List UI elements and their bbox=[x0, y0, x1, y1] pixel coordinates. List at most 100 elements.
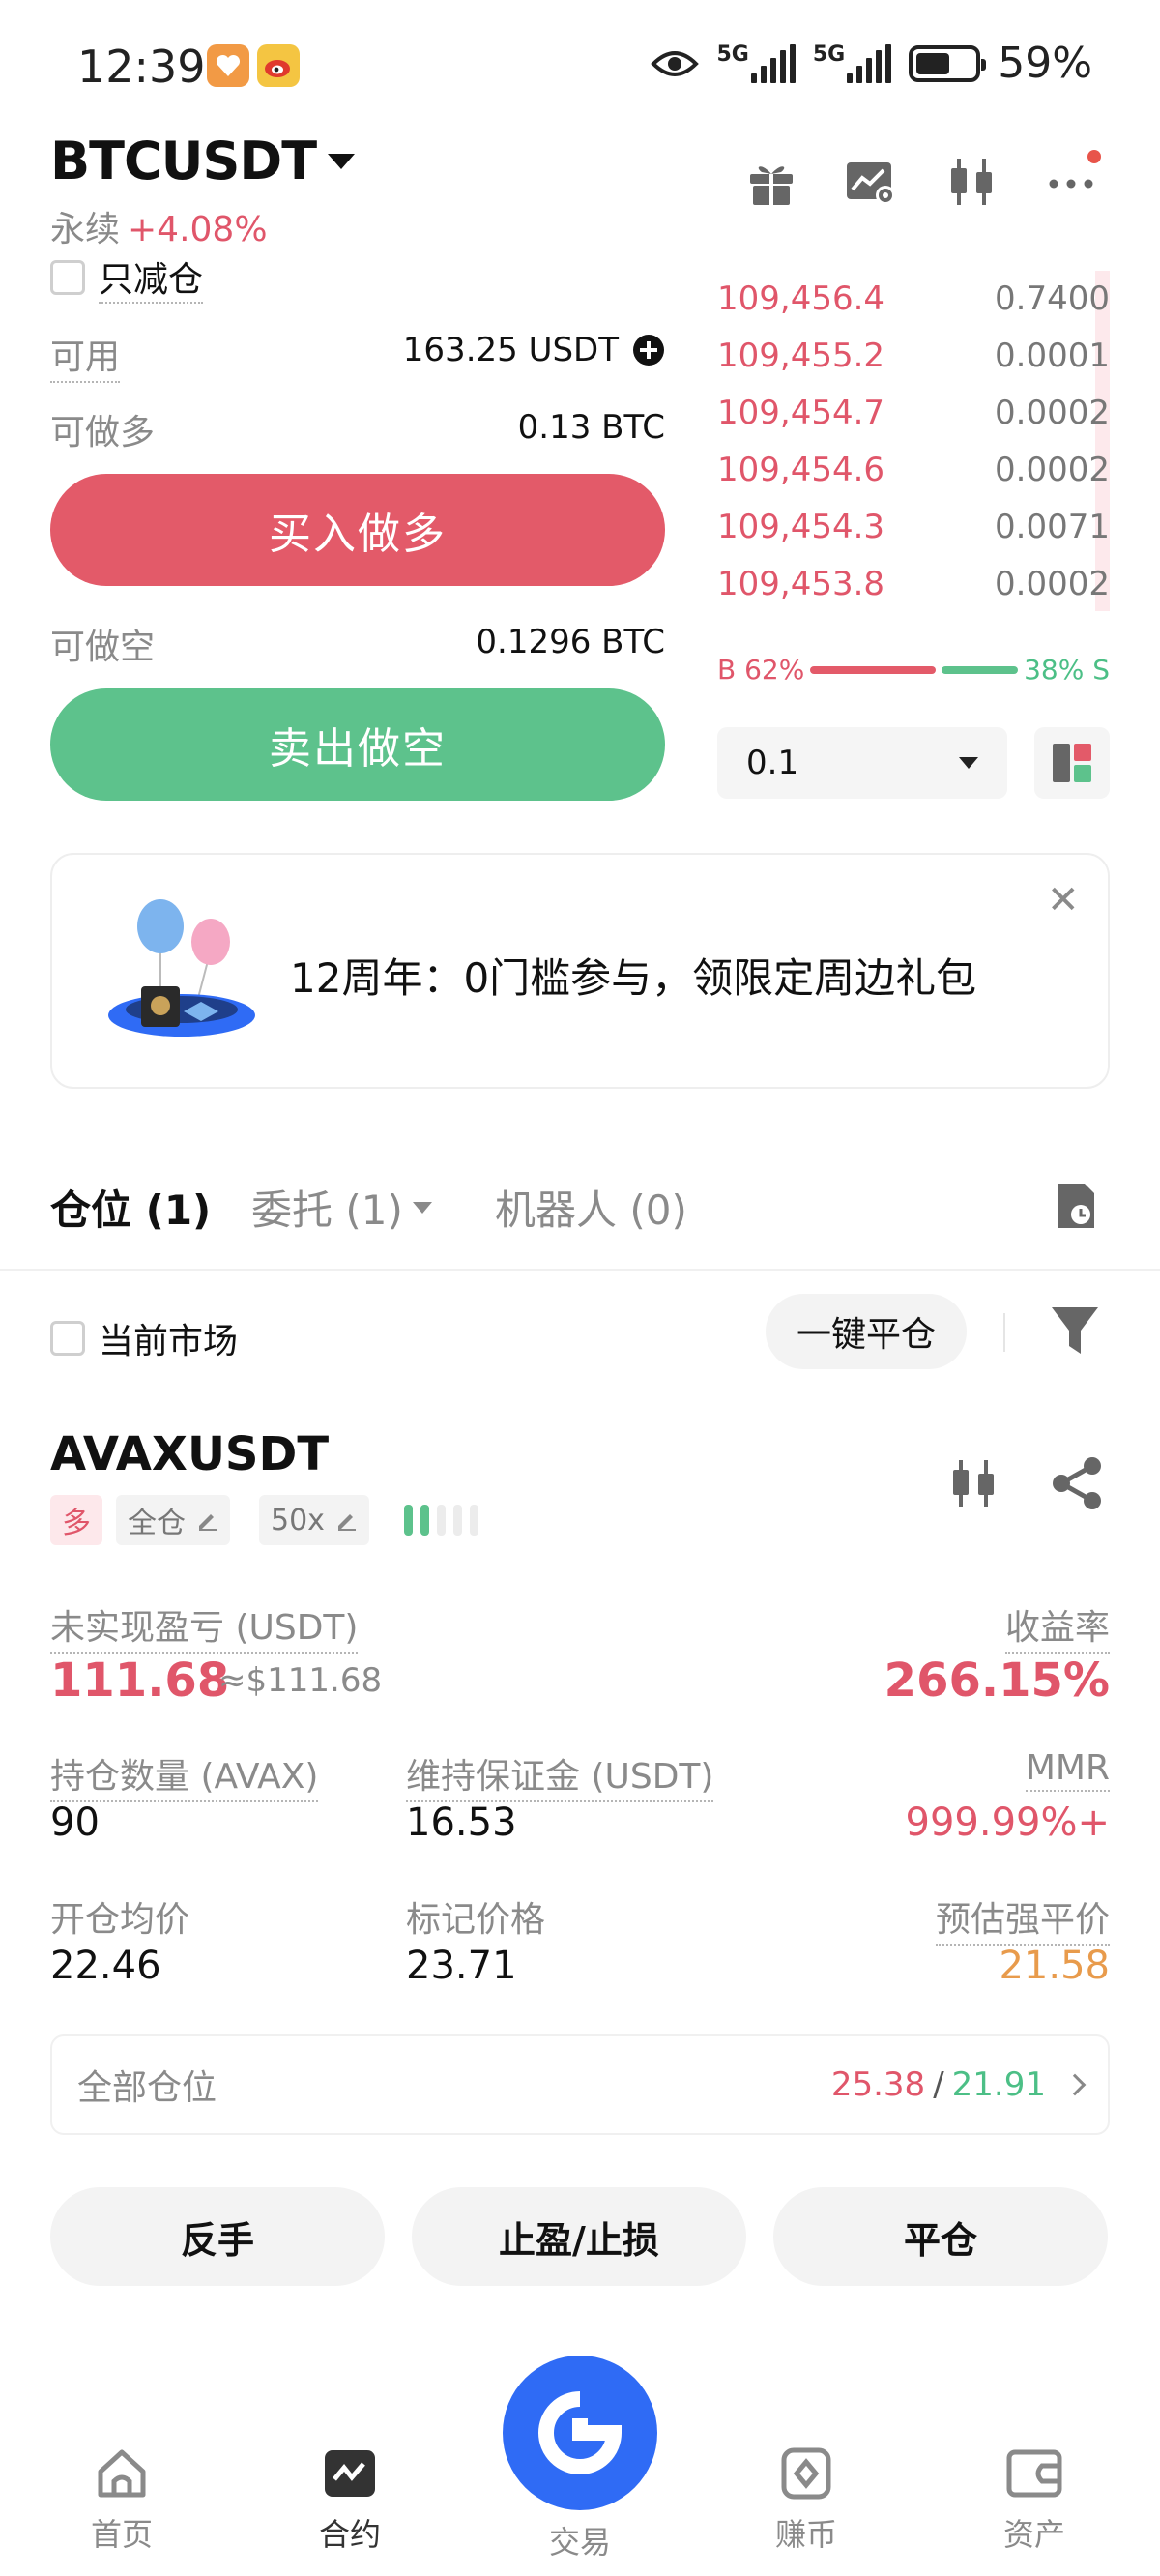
current-market-label: 当前市场 bbox=[99, 1322, 239, 1361]
candlestick-icon[interactable] bbox=[947, 1456, 1001, 1510]
battery-percent: 59% bbox=[998, 39, 1092, 88]
candlestick-icon[interactable] bbox=[945, 155, 1000, 209]
tab-orders-label: 委托 (1) bbox=[251, 1186, 403, 1234]
risk-level-segment bbox=[420, 1505, 429, 1536]
earn-icon bbox=[781, 2447, 831, 2500]
history-icon[interactable] bbox=[1054, 1180, 1098, 1232]
ask-price: 109,454.6 bbox=[717, 451, 885, 489]
current-market-checkbox[interactable] bbox=[50, 1321, 85, 1356]
filter-icon[interactable] bbox=[1050, 1303, 1100, 1358]
ask-row[interactable]: 109,456.4 0.7400 bbox=[717, 271, 1110, 327]
pair-selector[interactable]: BTCUSDT bbox=[50, 131, 356, 191]
reduce-only-label: 只减仓 bbox=[99, 251, 204, 304]
nav-trade[interactable] bbox=[503, 2356, 657, 2510]
close-position-button[interactable]: 平仓 bbox=[773, 2187, 1108, 2286]
reverse-button[interactable]: 反手 bbox=[50, 2187, 385, 2286]
ask-row[interactable]: 109,453.8 0.0002 bbox=[717, 556, 1110, 612]
chevron-right-icon bbox=[1063, 2073, 1087, 2096]
nav-assets[interactable]: 资产 bbox=[967, 2446, 1102, 2555]
risk-level-segment bbox=[470, 1505, 478, 1536]
weibo-icon bbox=[257, 44, 300, 87]
chart-settings-icon[interactable] bbox=[843, 155, 897, 209]
ask-price: 109,454.3 bbox=[717, 508, 885, 546]
ask-row[interactable]: 109,454.6 0.0002 bbox=[717, 442, 1110, 498]
available-label: 可用 bbox=[50, 329, 121, 383]
all-positions-green-value: 21.91 bbox=[951, 2065, 1046, 2104]
nav-home[interactable]: 首页 bbox=[54, 2446, 189, 2555]
contract-type: 永续 bbox=[50, 210, 121, 249]
anniversary-gift-icon bbox=[108, 899, 255, 1037]
position-size-value: 90 bbox=[50, 1800, 100, 1845]
eye-icon bbox=[651, 50, 700, 76]
signal-icon-2: 5G bbox=[812, 42, 892, 83]
book-layout-button[interactable] bbox=[1034, 727, 1110, 799]
ask-price: 109,454.7 bbox=[717, 394, 885, 432]
all-positions-row[interactable]: 全部仓位 25.38 / 21.91 bbox=[50, 2034, 1110, 2135]
reduce-only-checkbox[interactable] bbox=[50, 260, 85, 295]
close-all-button[interactable]: 一键平仓 bbox=[766, 1294, 967, 1369]
max-long-label: 可做多 bbox=[50, 413, 156, 453]
unrealized-pnl-value: 111.68 bbox=[50, 1654, 230, 1708]
tab-positions[interactable]: 仓位 (1) bbox=[50, 1178, 211, 1237]
mmr-value: 999.99%+ bbox=[905, 1800, 1110, 1845]
position-side-badge: 多 bbox=[50, 1495, 102, 1545]
wallet-icon bbox=[1006, 2449, 1062, 2498]
gift-icon[interactable] bbox=[744, 155, 798, 209]
tab-orders[interactable]: 委托 (1) bbox=[251, 1178, 432, 1237]
network-label-2: 5G bbox=[812, 42, 846, 67]
mark-price-label: 标记价格 bbox=[406, 1900, 546, 1940]
ask-row[interactable]: 109,455.2 0.0001 bbox=[717, 328, 1110, 384]
more-icon[interactable] bbox=[1046, 145, 1104, 203]
sell-ratio-bar bbox=[941, 665, 1019, 674]
close-icon[interactable]: ✕ bbox=[1047, 878, 1080, 922]
position-size-label: 持仓数量 (AVAX) bbox=[50, 1748, 319, 1802]
transfer-plus-icon[interactable] bbox=[632, 334, 665, 366]
maint-margin-label: 维持保证金 (USDT) bbox=[406, 1748, 714, 1802]
share-icon[interactable] bbox=[1050, 1456, 1104, 1510]
edit-icon bbox=[337, 1514, 356, 1531]
ask-price: 109,453.8 bbox=[717, 565, 885, 603]
tab-divider bbox=[0, 1269, 1160, 1271]
risk-level-segment bbox=[404, 1505, 413, 1536]
roe-label: 收益率 bbox=[1004, 1599, 1110, 1654]
nav-futures-label: 合约 bbox=[318, 2516, 381, 2553]
divider bbox=[1003, 1313, 1005, 1352]
risk-level-segment bbox=[453, 1505, 462, 1536]
book-layout-icon bbox=[1053, 744, 1091, 782]
buy-long-button[interactable]: 买入做多 bbox=[50, 474, 665, 586]
nav-trade-label: 交易 bbox=[548, 2524, 611, 2561]
chevron-down-icon bbox=[328, 153, 356, 169]
liq-price-value: 21.58 bbox=[999, 1944, 1110, 1988]
max-long-value: 0.13 BTC bbox=[517, 408, 665, 447]
nav-earn[interactable]: 赚币 bbox=[739, 2446, 874, 2555]
chevron-down-icon bbox=[959, 757, 978, 769]
maint-margin-value: 16.53 bbox=[406, 1800, 517, 1845]
battery-icon bbox=[909, 44, 987, 82]
ask-row[interactable]: 109,454.3 0.0071 bbox=[717, 499, 1110, 555]
trade-logo-icon bbox=[538, 2391, 623, 2474]
max-short-label: 可做空 bbox=[50, 628, 156, 667]
tp-sl-button[interactable]: 止盈/止损 bbox=[412, 2187, 746, 2286]
leverage-label: 50x bbox=[271, 1503, 325, 1537]
current-market-toggle[interactable]: 当前市场 bbox=[50, 1313, 238, 1363]
precision-select[interactable]: 0.1 bbox=[717, 727, 1007, 799]
edit-icon bbox=[199, 1514, 217, 1531]
sell-short-button[interactable]: 卖出做空 bbox=[50, 688, 665, 801]
leverage-badge[interactable]: 50x bbox=[259, 1495, 369, 1545]
unrealized-pnl-usd: ≈$111.68 bbox=[218, 1661, 383, 1700]
max-short-value: 0.1296 BTC bbox=[476, 623, 665, 661]
tab-bots[interactable]: 机器人 (0) bbox=[495, 1178, 687, 1237]
status-right: 5G 5G 59% bbox=[651, 39, 1092, 88]
unrealized-pnl-label: 未实现盈亏 (USDT) bbox=[50, 1599, 359, 1654]
all-positions-separator: / bbox=[933, 2065, 944, 2104]
notification-app-icon bbox=[207, 44, 249, 87]
available-value: 163.25 USDT bbox=[402, 331, 619, 369]
ask-row[interactable]: 109,454.7 0.0002 bbox=[717, 385, 1110, 441]
position-symbol[interactable]: AVAXUSDT bbox=[50, 1427, 329, 1481]
nav-home-label: 首页 bbox=[90, 2516, 153, 2553]
nav-futures[interactable]: 合约 bbox=[282, 2446, 418, 2555]
ask-qty: 0.7400 bbox=[995, 279, 1110, 318]
margin-mode-badge[interactable]: 全仓 bbox=[116, 1495, 230, 1545]
reduce-only-toggle[interactable]: 只减仓 bbox=[50, 251, 204, 304]
status-time: 12:39 bbox=[77, 41, 206, 93]
